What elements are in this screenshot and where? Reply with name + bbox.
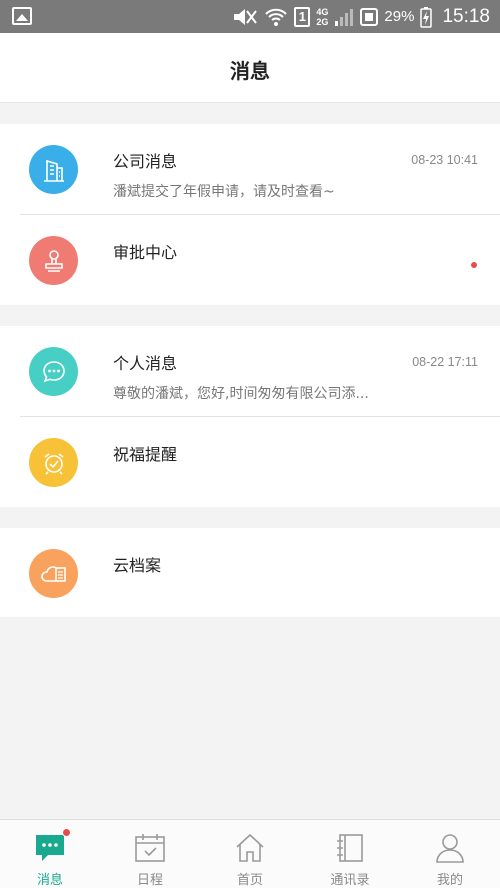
clock-time: 15:18 — [442, 5, 490, 27]
message-group-personal: 个人消息 尊敬的潘斌，您好,时间匆匆有限公司添... 08-22 17:11 祝… — [0, 326, 500, 507]
wifi-icon — [264, 7, 288, 27]
gallery-notification-icon — [12, 7, 32, 25]
signal-strength-icon — [334, 8, 354, 26]
nav-label: 日程 — [136, 873, 163, 888]
nav-tab-messages[interactable]: 消息 — [0, 820, 100, 888]
bottom-navigation: 消息 日程 首页 通讯录 我的 — [0, 819, 500, 888]
cloud-file-icon — [29, 549, 78, 598]
contacts-book-icon — [333, 832, 367, 863]
sim-slot-indicator: 1 — [294, 6, 311, 27]
list-item-greeting-reminders[interactable]: 祝福提醒 — [0, 417, 500, 507]
status-icons: 1 4G 2G 29% 15:18 — [232, 0, 490, 33]
item-preview: 尊敬的潘斌，您好,时间匆匆有限公司添... — [113, 386, 369, 402]
item-title: 个人消息 — [113, 354, 178, 373]
item-title: 祝福提醒 — [113, 445, 178, 464]
nav-label: 首页 — [236, 873, 263, 888]
calendar-icon — [133, 832, 167, 863]
app-header: 消息 — [0, 33, 500, 103]
item-timestamp: 08-22 17:11 — [412, 355, 478, 369]
nav-tab-home[interactable]: 首页 — [200, 820, 300, 888]
battery-charging-icon — [420, 6, 433, 28]
battery-percent: 29% — [384, 8, 415, 25]
item-title: 公司消息 — [113, 152, 178, 171]
nav-tab-schedule[interactable]: 日程 — [100, 820, 200, 888]
nav-label: 消息 — [36, 873, 63, 888]
chat-bubble-icon — [29, 347, 78, 396]
list-item-cloud-archive[interactable]: 云档案 — [0, 528, 500, 618]
person-icon — [433, 832, 467, 863]
item-preview: 潘斌提交了年假申请，请及时查看~ — [113, 184, 335, 200]
message-icon — [33, 832, 67, 863]
message-group-work: 公司消息 潘斌提交了年假申请，请及时查看~ 08-23 10:41 审批中心 — [0, 124, 500, 305]
notification-badge — [62, 828, 71, 837]
building-icon — [29, 145, 78, 194]
data-saver-icon — [360, 7, 379, 27]
item-title: 审批中心 — [113, 243, 178, 262]
nav-label: 我的 — [436, 873, 463, 888]
list-item-personal-messages[interactable]: 个人消息 尊敬的潘斌，您好,时间匆匆有限公司添... 08-22 17:11 — [0, 326, 500, 416]
nav-tab-me[interactable]: 我的 — [400, 820, 500, 888]
unread-dot — [471, 262, 477, 268]
nav-tab-contacts[interactable]: 通讯录 — [300, 820, 400, 888]
nav-label: 通讯录 — [330, 873, 370, 888]
status-bar: 1 4G 2G 29% 15:18 — [0, 0, 500, 33]
page-title: 消息 — [230, 59, 270, 83]
stamp-icon — [29, 236, 78, 285]
alarm-clock-icon — [29, 438, 78, 487]
message-group-cloud: 云档案 — [0, 528, 500, 617]
list-item-approval-center[interactable]: 审批中心 — [0, 215, 500, 305]
list-item-company-messages[interactable]: 公司消息 潘斌提交了年假申请，请及时查看~ 08-23 10:41 — [0, 124, 500, 214]
network-type: 4G 2G — [316, 6, 329, 27]
mute-vibrate-icon — [232, 7, 258, 27]
home-icon — [233, 832, 267, 863]
item-title: 云档案 — [113, 556, 162, 575]
item-timestamp: 08-23 10:41 — [411, 153, 478, 167]
